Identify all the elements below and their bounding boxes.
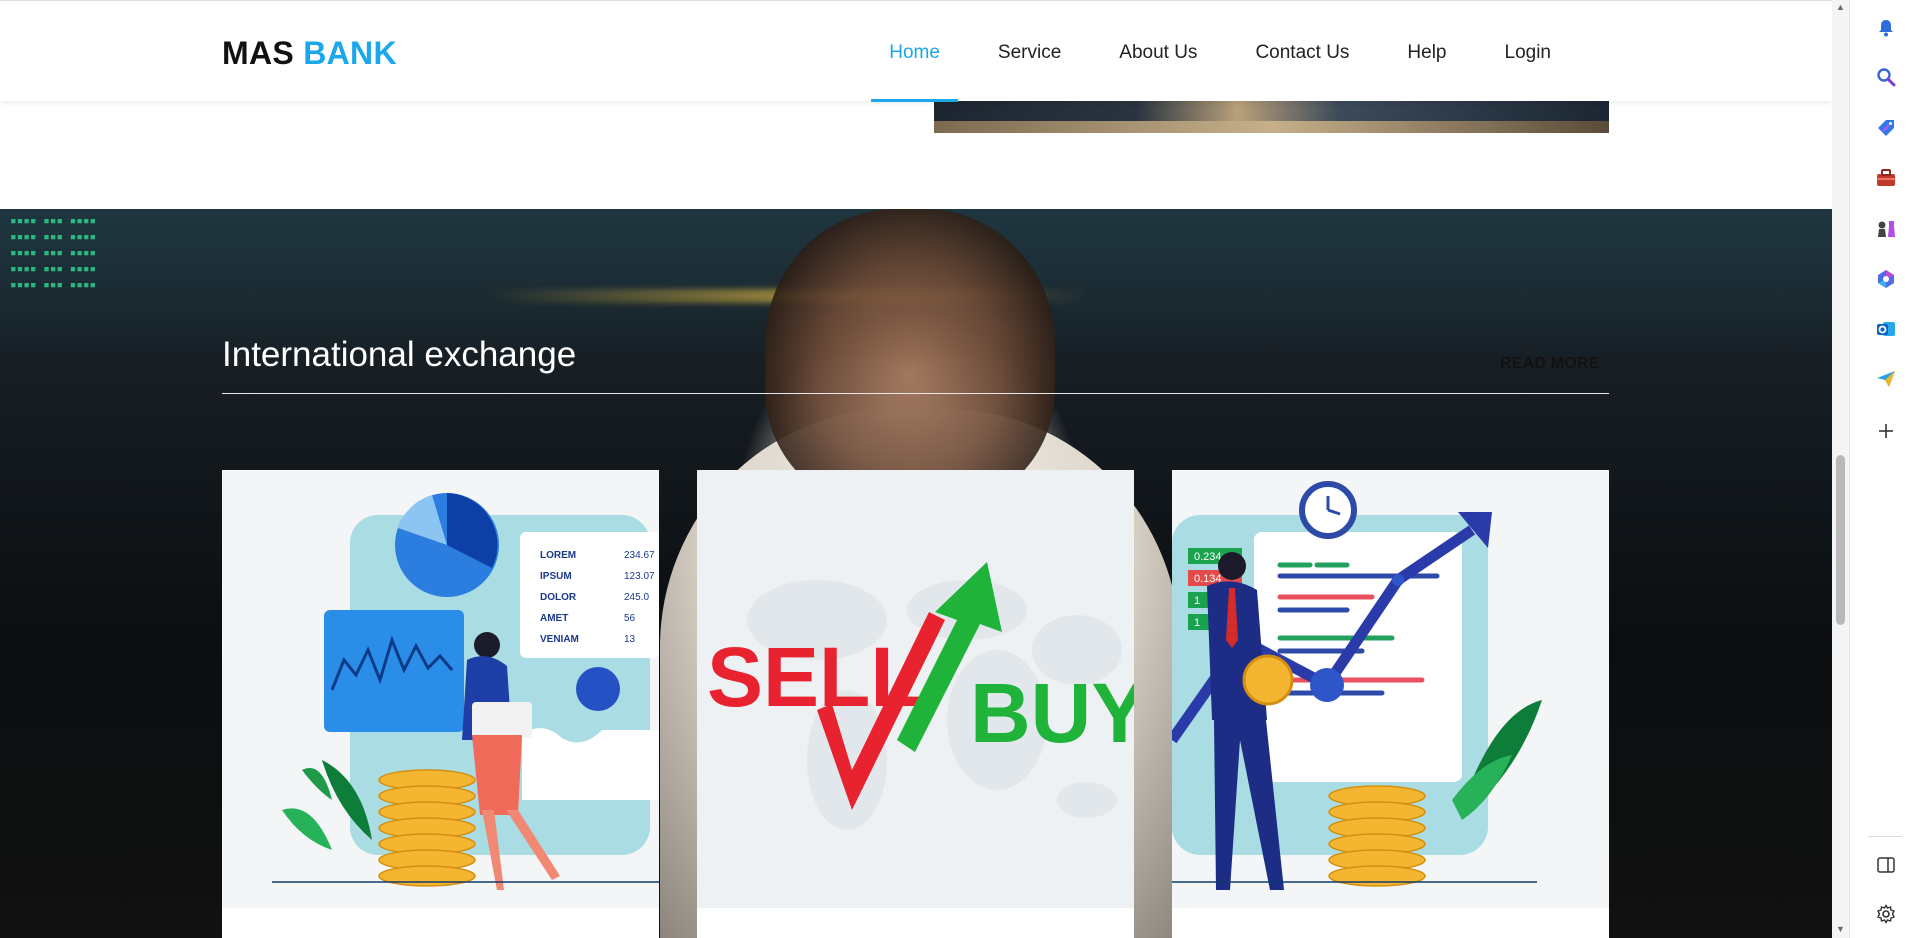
copilot-icon[interactable] bbox=[1872, 265, 1900, 293]
nav-help[interactable]: Help bbox=[1378, 1, 1475, 102]
scroll-down-arrow[interactable]: ▼ bbox=[1836, 924, 1845, 934]
trader-illustration: 0.234 0.134 1 1 bbox=[1172, 481, 1542, 890]
main-nav: Home Service About Us Contact Us Help Lo… bbox=[860, 1, 1580, 102]
buy-text: BUY bbox=[970, 666, 1134, 760]
card-footer bbox=[222, 908, 659, 938]
section-title: International exchange bbox=[222, 335, 577, 374]
card-footer bbox=[1172, 908, 1609, 938]
ticker-4: 1 bbox=[1194, 617, 1200, 629]
ipsum-value-3: 245.0 bbox=[624, 592, 649, 603]
page-scrollbar[interactable]: ▲ ▼ bbox=[1832, 0, 1849, 938]
ipsum-label-2: IPSUM bbox=[540, 571, 572, 582]
ipsum-value-2: 123.07 bbox=[624, 571, 655, 582]
site-header: MAS BANK Home Service About Us Contact U… bbox=[0, 0, 1832, 102]
search-icon[interactable] bbox=[1872, 63, 1900, 91]
scrollbar-thumb[interactable] bbox=[1836, 455, 1845, 625]
ticker-3: 1 bbox=[1194, 595, 1200, 607]
ipsum-label-4: AMET bbox=[540, 613, 568, 624]
ipsum-value-1: 234.67 bbox=[624, 550, 655, 561]
ipsum-value-5: 13 bbox=[624, 634, 636, 645]
ipsum-label-5: VENIAM bbox=[540, 634, 579, 645]
investment-card[interactable]: LOREM IPSUM DOLOR AMET VENIAM 234.67 123… bbox=[222, 470, 659, 938]
nav-home[interactable]: Home bbox=[860, 1, 969, 102]
nav-about-us[interactable]: About Us bbox=[1090, 1, 1226, 102]
nav-login[interactable]: Login bbox=[1476, 1, 1581, 102]
scroll-up-arrow[interactable]: ▲ bbox=[1836, 2, 1845, 12]
bell-icon[interactable] bbox=[1872, 14, 1900, 42]
brand-logo[interactable]: MAS BANK bbox=[222, 35, 397, 72]
ipsum-value-4: 56 bbox=[624, 613, 636, 624]
chess-icon[interactable] bbox=[1872, 215, 1900, 243]
sell-buy-illustration: SELL BUY bbox=[707, 562, 1134, 830]
briefcase-icon[interactable] bbox=[1872, 164, 1900, 192]
tag-icon[interactable] bbox=[1872, 114, 1900, 142]
sidebar-toggle-icon[interactable] bbox=[1872, 851, 1900, 879]
ipsum-label-3: DOLOR bbox=[540, 592, 577, 603]
web-page: MAS BANK Home Service About Us Contact U… bbox=[0, 0, 1832, 938]
sell-buy-card[interactable]: SELL BUY bbox=[697, 470, 1134, 938]
man-head bbox=[765, 209, 1055, 509]
investment-illustration: LOREM IPSUM DOLOR AMET VENIAM 234.67 123… bbox=[272, 493, 659, 890]
brand-logo-first: MAS bbox=[222, 35, 295, 71]
read-more-link[interactable]: READ MORE bbox=[1500, 355, 1600, 373]
browser-sidebar bbox=[1849, 0, 1920, 938]
section-divider bbox=[222, 393, 1609, 394]
settings-icon[interactable] bbox=[1872, 900, 1900, 928]
sidebar-divider bbox=[1868, 836, 1902, 837]
brand-logo-second: BANK bbox=[303, 35, 397, 71]
card-footer bbox=[697, 908, 1134, 938]
ticker-1: 0.234 bbox=[1194, 551, 1222, 563]
trader-card[interactable]: 0.234 0.134 1 1 bbox=[1172, 470, 1609, 938]
ticker-background: ▪▪▪▪ ▪▪▪ ▪▪▪▪ ▪▪▪▪ ▪▪▪ ▪▪▪▪ ▪▪▪▪ ▪▪▪ ▪▪▪▪ ▪… bbox=[10, 214, 97, 291]
send-icon[interactable] bbox=[1872, 365, 1900, 393]
nav-service[interactable]: Service bbox=[969, 1, 1090, 102]
plus-icon[interactable] bbox=[1872, 417, 1900, 445]
ipsum-label-1: LOREM bbox=[540, 550, 576, 561]
nav-contact-us[interactable]: Contact Us bbox=[1226, 1, 1378, 102]
outlook-icon[interactable] bbox=[1872, 315, 1900, 343]
